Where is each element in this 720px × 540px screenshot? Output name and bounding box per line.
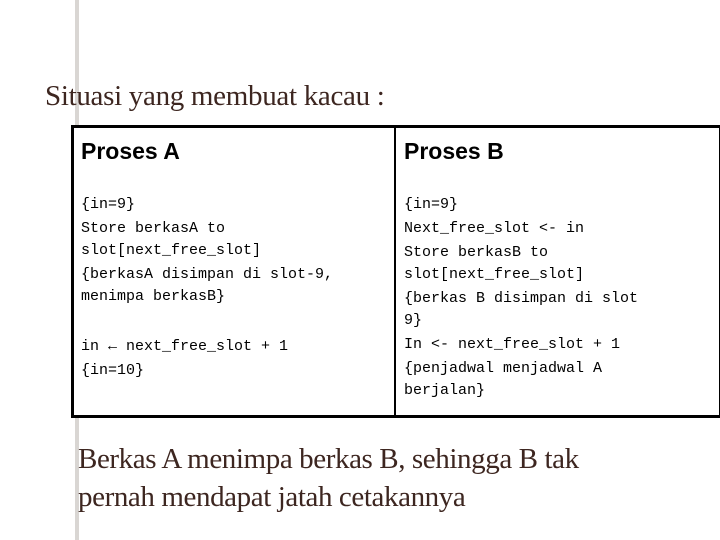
code-line: Next_free_slot <- in (404, 220, 585, 237)
code-line: {in=10} (81, 362, 145, 379)
code-line: {berkas B disimpan di slot (404, 290, 639, 307)
code-line: slot[next_free_slot] (81, 242, 262, 259)
code-line: menimpa berkasB} (81, 288, 226, 305)
code-line: {penjadwal menjadwal A (404, 360, 603, 377)
code-line: {berkasA disimpan di slot-9, (81, 266, 334, 283)
code-line: Store berkasB to (404, 244, 549, 261)
code-line: Store berkasA to (81, 220, 226, 237)
process-comparison-table: Proses A {in=9} Store berkasA to slot[ne… (71, 125, 720, 418)
header-process-a: Proses A (81, 138, 180, 164)
slide-title: Situasi yang membuat kacau : (45, 80, 385, 112)
header-process-b: Proses B (404, 138, 504, 164)
code-line: in ← next_free_slot + 1 (81, 338, 289, 355)
column-process-a: Proses A {in=9} Store berkasA to slot[ne… (74, 128, 396, 415)
column-process-b: Proses B {in=9} Next_free_slot <- in Sto… (396, 128, 719, 415)
code-line: {in=9} (81, 196, 136, 213)
code-line: {in=9} (404, 196, 459, 213)
code-line: In <- next_free_slot + 1 (404, 336, 621, 353)
slide-caption: Berkas A menimpa berkas B, sehingga B ta… (78, 440, 579, 516)
caption-line: pernah mendapat jatah cetakannya (78, 481, 466, 513)
code-line: berjalan} (404, 382, 486, 399)
code-line: 9} (404, 312, 423, 329)
caption-line: Berkas A menimpa berkas B, sehingga B ta… (78, 443, 579, 475)
code-line: slot[next_free_slot] (404, 266, 585, 283)
